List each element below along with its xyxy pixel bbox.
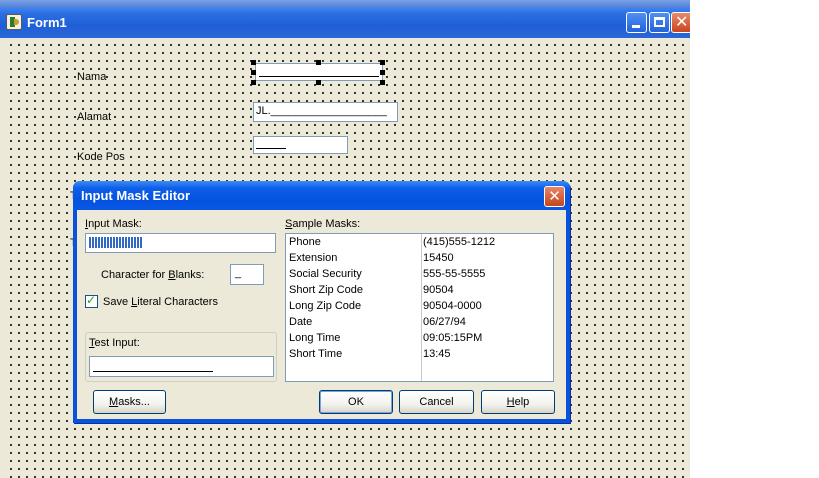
list-item[interactable]: Social Security 555-55-5555 xyxy=(286,266,553,282)
button-label: elp xyxy=(514,396,530,408)
list-item[interactable]: Long Time 09:05:15PM xyxy=(286,330,553,346)
selection-handle[interactable] xyxy=(380,70,385,75)
selection-handle[interactable] xyxy=(380,60,385,65)
maximize-icon xyxy=(654,17,665,27)
mask-name: Extension xyxy=(289,252,338,264)
mask-name: Short Zip Code xyxy=(289,284,363,296)
mask-sample: 90504 xyxy=(423,284,454,296)
help-button[interactable]: Help xyxy=(481,390,555,414)
maskedit-kode-pos[interactable] xyxy=(253,136,348,154)
mask-name: Long Zip Code xyxy=(289,300,362,312)
list-item[interactable]: Short Zip Code 90504 xyxy=(286,282,553,298)
selection-handle[interactable] xyxy=(251,80,256,85)
label-text: ample Masks: xyxy=(292,218,361,230)
maskedit-nama[interactable] xyxy=(255,63,383,81)
dialog-close-button[interactable]: ✕ xyxy=(544,186,565,207)
label-kode-pos[interactable]: Kode Pos xyxy=(77,151,125,163)
label-text: nput Mask: xyxy=(88,218,142,230)
selection-handle[interactable] xyxy=(251,60,256,65)
accel-key: H xyxy=(506,396,515,408)
maximize-button[interactable] xyxy=(649,12,670,33)
sample-masks-list[interactable]: Phone (415)555-1212 Extension 15450 Social… xyxy=(285,233,554,382)
list-item[interactable]: Short Time 13:45 xyxy=(286,346,553,362)
label-text: Save xyxy=(103,296,132,308)
selection-handle[interactable] xyxy=(380,80,385,85)
mask-underline xyxy=(256,148,286,149)
close-icon: ✕ xyxy=(675,12,689,31)
mask-sample: 13:45 xyxy=(423,348,451,360)
close-icon: ✕ xyxy=(548,187,561,205)
label-text: iteral Characters xyxy=(137,296,218,308)
form1-titlebar[interactable] xyxy=(0,8,690,38)
save-literal-checkbox[interactable] xyxy=(85,293,98,308)
form1-title: Form1 xyxy=(27,15,67,30)
mask-sample: (415)555-1212 xyxy=(423,236,496,248)
minimize-button[interactable] xyxy=(626,12,647,33)
list-item[interactable]: Phone (415)555-1212 xyxy=(286,234,553,250)
input-mask-editor-dialog: Input Mask Editor ✕ Input Mask: Characte… xyxy=(73,181,570,423)
dialog-body: Input Mask: Character for Blanks: _ Save… xyxy=(77,210,566,419)
test-input-label: Test Input: xyxy=(89,337,140,349)
selected-mask-text xyxy=(88,237,142,248)
input-mask-label: Input Mask: xyxy=(85,218,142,230)
sample-masks-label: Sample Masks: xyxy=(285,218,360,230)
save-literal-label[interactable]: Save Literal Characters xyxy=(103,296,218,308)
list-item[interactable]: Long Zip Code 90504-0000 xyxy=(286,298,553,314)
cancel-button[interactable]: Cancel xyxy=(399,390,474,414)
dialog-title: Input Mask Editor xyxy=(81,188,191,203)
selection-handle[interactable] xyxy=(316,60,321,65)
mask-name: Long Time xyxy=(289,332,341,344)
mask-name: Social Security xyxy=(289,268,362,280)
label-alamat[interactable]: Alamat xyxy=(77,111,112,123)
label-text: lanks: xyxy=(175,269,205,281)
mask-sample: 15450 xyxy=(423,252,454,264)
input-mask-field[interactable] xyxy=(85,233,276,253)
mask-sample: 555-55-5555 xyxy=(423,268,486,280)
blank-character-field[interactable]: _ xyxy=(230,264,264,285)
selection-handle[interactable] xyxy=(251,70,256,75)
label-nama[interactable]: Nama xyxy=(77,71,107,83)
mask-sample: 06/27/94 xyxy=(423,316,466,328)
mask-name: Date xyxy=(289,316,313,328)
button-label: asks... xyxy=(118,396,150,408)
masks-button[interactable]: Masks... xyxy=(93,390,166,414)
mask-sample: 90504-0000 xyxy=(423,300,482,312)
selection-handle[interactable] xyxy=(316,80,321,85)
mask-name: Short Time xyxy=(289,348,343,360)
mask-underline xyxy=(259,76,379,77)
close-button[interactable]: ✕ xyxy=(671,12,690,33)
minimize-icon xyxy=(632,25,640,28)
accel-key: M xyxy=(109,396,119,408)
label-text: Character for xyxy=(101,269,169,281)
maskedit-alamat[interactable]: JL.___________________ xyxy=(253,102,398,122)
list-item[interactable]: Extension 15450 xyxy=(286,250,553,266)
test-input-field[interactable] xyxy=(89,356,274,377)
mask-underline xyxy=(93,371,213,372)
mask-sample: 09:05:15PM xyxy=(423,332,483,344)
character-for-blanks-label: Character for Blanks: xyxy=(101,269,204,281)
mask-name: Phone xyxy=(289,236,321,248)
label-text: est Input: xyxy=(94,337,140,349)
accel-key: B xyxy=(168,269,176,281)
list-item[interactable]: Date 06/27/94 xyxy=(286,314,553,330)
app-icon[interactable] xyxy=(6,14,22,30)
ok-button[interactable]: OK xyxy=(319,390,393,414)
window-top-strip xyxy=(0,0,690,8)
